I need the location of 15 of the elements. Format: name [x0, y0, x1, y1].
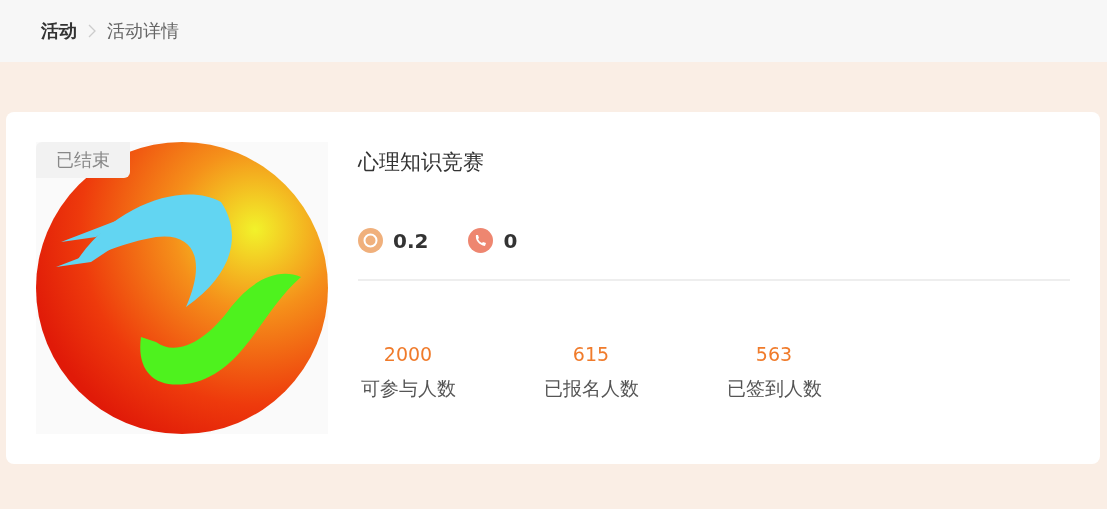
breadcrumb-current: 活动详情: [107, 19, 179, 43]
stat-label: 可参与人数: [360, 376, 456, 401]
metric-value: 0.2: [393, 228, 429, 253]
stat-count: 563: [755, 343, 793, 365]
chevron-icon: [87, 24, 97, 38]
stat-count: 2000: [383, 343, 433, 365]
breadcrumb-link[interactable]: 活动: [41, 19, 77, 43]
stat-label: 已签到人数: [726, 376, 822, 401]
phone-icon: [468, 228, 494, 253]
points-icon: [358, 228, 383, 253]
status-tag: 已结束: [36, 142, 130, 178]
activity-title: 心理知识竞赛: [358, 149, 485, 176]
metric-value: 0: [503, 228, 518, 253]
stat-label: 已报名人数: [543, 376, 639, 401]
stat-count: 615: [572, 343, 610, 365]
